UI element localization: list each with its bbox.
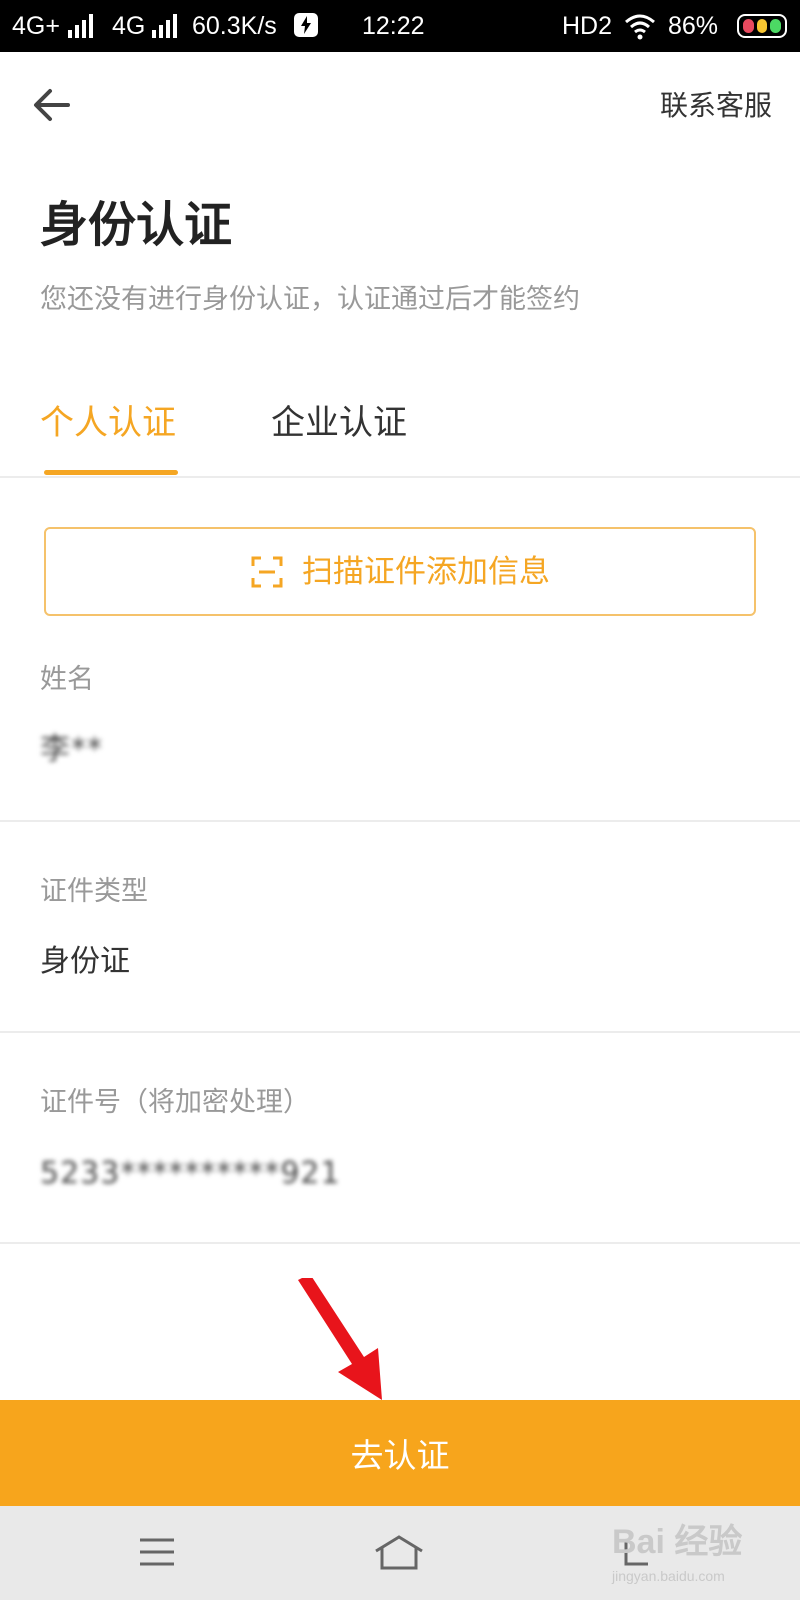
id-number-value[interactable]: 5233**********921 bbox=[40, 1152, 341, 1196]
page-title: 身份认证 bbox=[40, 197, 233, 253]
arrow-left-icon bbox=[34, 89, 70, 121]
clock: 12:22 bbox=[362, 12, 425, 40]
page-subtitle: 您还没有进行身份认证，认证通过后才能签约 bbox=[40, 284, 580, 315]
id-type-value[interactable]: 身份证 bbox=[40, 940, 130, 984]
status-bar: 4G+ 4G 60.3K/s 12:22 HD2 86% bbox=[0, 0, 800, 52]
network-type-1: 4G+ bbox=[12, 12, 60, 40]
annotation-arrow-icon bbox=[298, 1278, 382, 1400]
back-button[interactable] bbox=[30, 82, 76, 128]
wifi-icon bbox=[624, 12, 656, 47]
lightning-icon bbox=[294, 13, 318, 37]
battery-icon bbox=[737, 14, 787, 38]
signal-icon bbox=[68, 14, 104, 38]
tab-personal-verification[interactable]: 个人认证 bbox=[40, 398, 176, 448]
battery-percent: 86% bbox=[668, 12, 719, 40]
home-icon[interactable] bbox=[372, 1534, 426, 1572]
scan-button-label: 扫描证件添加信息 bbox=[302, 553, 550, 590]
system-navigation-bar: Bai 经验 jingyan.baidu.com bbox=[0, 1506, 800, 1600]
divider bbox=[0, 820, 800, 822]
signal-icon bbox=[152, 14, 182, 38]
name-label: 姓名 bbox=[40, 664, 94, 695]
scan-icon bbox=[251, 556, 283, 587]
hd-indicator: HD2 bbox=[562, 12, 613, 40]
divider bbox=[0, 1031, 800, 1033]
divider bbox=[0, 476, 800, 478]
id-number-label: 证件号（将加密处理） bbox=[40, 1087, 310, 1118]
scan-document-button[interactable]: 扫描证件添加信息 bbox=[44, 527, 756, 616]
id-type-label: 证件类型 bbox=[40, 876, 148, 907]
active-tab-indicator bbox=[44, 470, 178, 475]
menu-icon[interactable] bbox=[138, 1536, 176, 1568]
contact-support-link[interactable]: 联系客服 bbox=[660, 86, 772, 126]
submit-verification-button[interactable]: 去认证 bbox=[0, 1400, 800, 1506]
network-type-2: 4G bbox=[112, 12, 146, 40]
tab-business-verification[interactable]: 企业认证 bbox=[271, 398, 407, 448]
watermark-url: jingyan.baidu.com bbox=[612, 1568, 725, 1584]
network-speed: 60.3K/s bbox=[192, 12, 277, 40]
watermark-logo: Bai 经验 bbox=[612, 1523, 743, 1561]
name-value[interactable]: 李** bbox=[40, 728, 103, 772]
divider bbox=[0, 1242, 800, 1244]
